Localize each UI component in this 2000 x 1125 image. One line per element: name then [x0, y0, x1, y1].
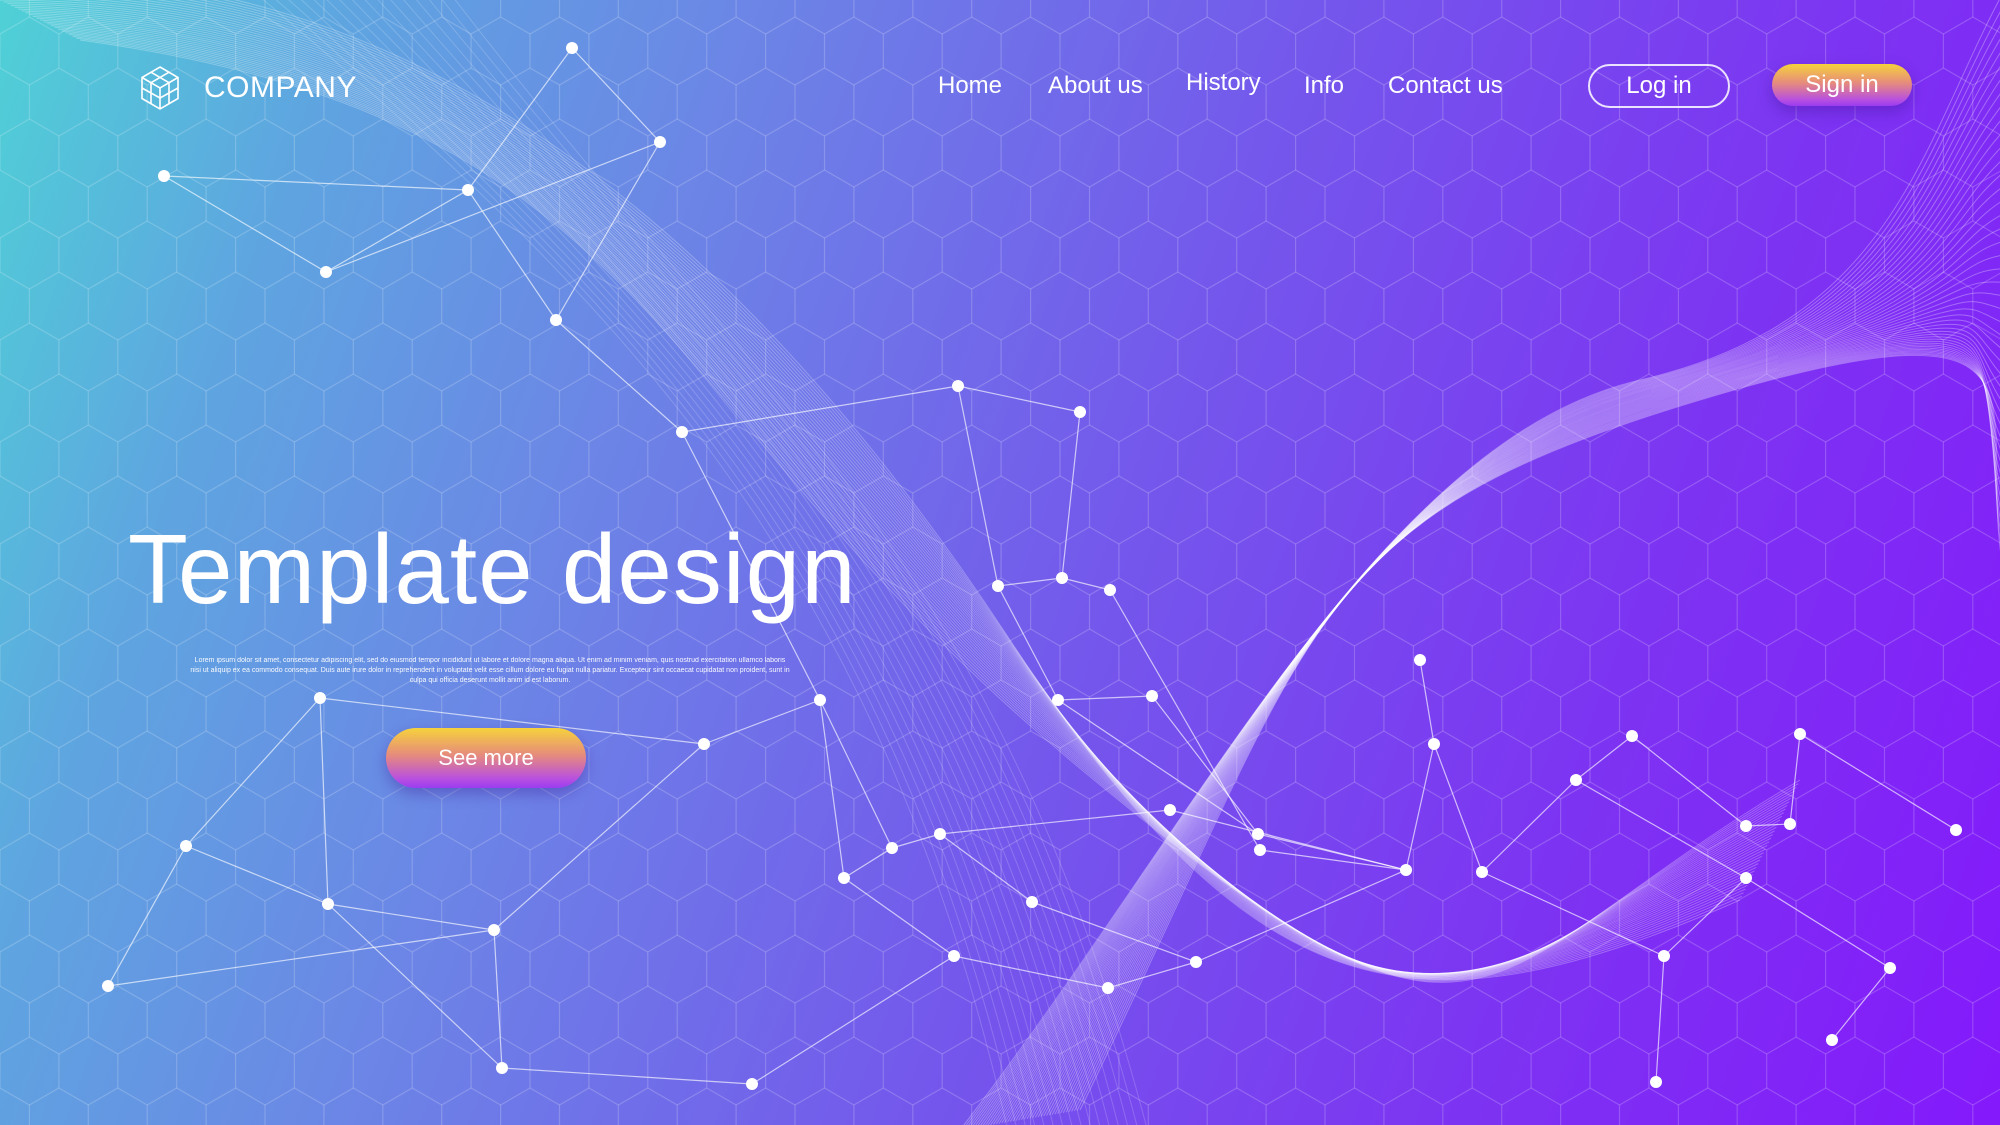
nav-item-about-us[interactable]: About us [1048, 72, 1143, 100]
nav-item-history[interactable]: History [1186, 69, 1261, 97]
nav-item-info[interactable]: Info [1304, 72, 1344, 100]
nav-item-home[interactable]: Home [938, 72, 1002, 100]
nav-item-contact-us[interactable]: Contact us [1388, 72, 1503, 100]
login-button[interactable]: Log in [1588, 64, 1730, 108]
sign-in-button[interactable]: Sign in [1772, 64, 1912, 106]
hero-title: Template design [128, 514, 857, 624]
see-more-button[interactable]: See more [386, 728, 586, 788]
landing-page: COMPANY Home About us History Info Conta… [0, 0, 2000, 1125]
hero-body-text: Lorem ipsum dolor sit amet, consectetur … [190, 657, 790, 684]
